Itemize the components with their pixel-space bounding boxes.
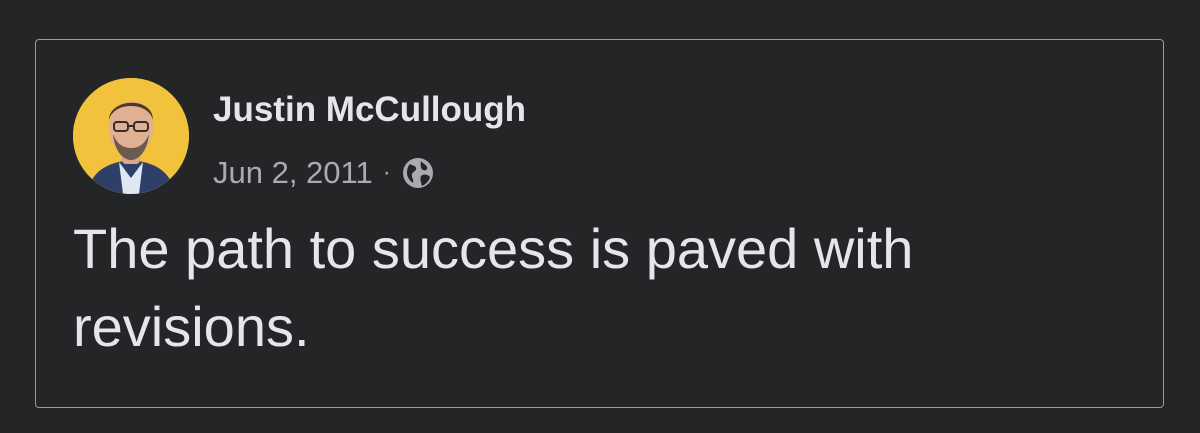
author-name[interactable]: Justin McCullough xyxy=(213,92,526,127)
post-date[interactable]: Jun 2, 2011 xyxy=(213,155,373,191)
meta-separator: · xyxy=(382,159,391,186)
avatar-photo-icon xyxy=(73,78,189,194)
post-text: The path to success is paved with revisi… xyxy=(73,217,914,358)
post-meta: Jun 2, 2011 · xyxy=(213,153,435,193)
author-avatar[interactable] xyxy=(73,78,189,194)
post-card: Justin McCullough Jun 2, 2011 · The path… xyxy=(35,39,1164,408)
globe-icon[interactable] xyxy=(401,156,435,190)
